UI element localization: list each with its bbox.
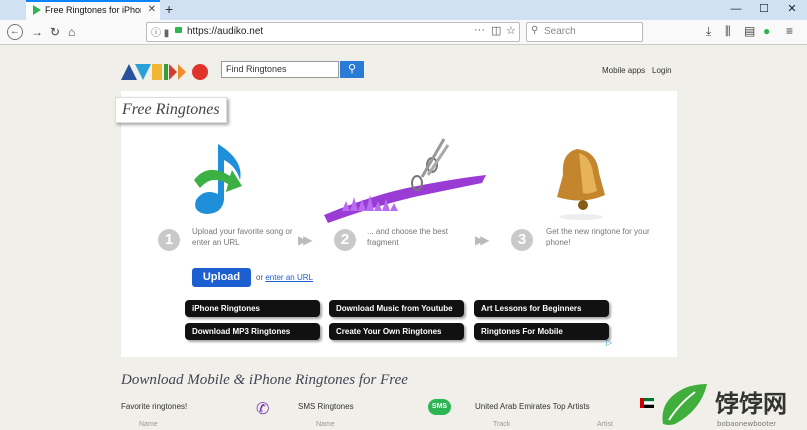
step-arrow: ▶▶ xyxy=(298,233,313,247)
ringtone-search-input[interactable]: Find Ringtones xyxy=(221,61,339,78)
step-3-text: Get the new ringtone for your phone! xyxy=(546,227,650,247)
web-page: Find Ringtones ⚲ Mobile apps Login Free … xyxy=(0,45,807,430)
waveform-scissors-icon xyxy=(324,138,486,223)
column-sub-artist: Artist xyxy=(597,421,613,428)
minimize-button[interactable]: — xyxy=(723,0,749,18)
maximize-button[interactable]: ☐ xyxy=(751,0,777,18)
close-window-button[interactable]: ✕ xyxy=(779,0,805,18)
search-button[interactable]: ⚲ xyxy=(340,61,364,78)
column-sub-name: Name xyxy=(139,421,158,428)
pill-link[interactable]: Art Lessons for Beginners xyxy=(474,300,609,317)
upload-button[interactable]: Upload xyxy=(192,268,251,287)
column-sub-name: Name xyxy=(316,421,335,428)
reload-icon[interactable]: ↻ xyxy=(50,24,60,40)
forward-icon[interactable]: → xyxy=(31,24,43,40)
favorite-ringtones-heading: Favorite ringtones! xyxy=(121,402,188,411)
page-actions-icon[interactable]: ··· xyxy=(474,24,485,36)
menu-icon[interactable]: ≡ xyxy=(786,24,793,38)
phone-icon: ✆ xyxy=(256,401,270,418)
step-1-text: Upload your favorite song or enter an UR… xyxy=(192,227,293,247)
step-2-text: ... and choose the best fragment xyxy=(367,227,448,247)
sms-ringtones-heading: SMS Ringtones xyxy=(298,402,354,411)
url-bar[interactable]: ⓘ ▮ https://audiko.net ··· ◫ ☆ xyxy=(146,22,520,42)
active-tab[interactable]: Free Ringtones for iPhone and ✕ xyxy=(26,0,160,20)
back-icon[interactable]: ← xyxy=(7,24,23,40)
column-sub-track: Track xyxy=(493,421,511,428)
adchoices-icon[interactable]: ▷ xyxy=(606,338,612,347)
watermark-text: 饽饽网 xyxy=(715,390,787,418)
downloads-icon[interactable]: ⤓ xyxy=(706,24,711,39)
tab-title: Free Ringtones for iPhone and xyxy=(45,5,141,15)
search-icon: ⚲ xyxy=(531,25,539,36)
pill-link[interactable]: Download Music from Youtube xyxy=(329,300,464,317)
sidebar-icon[interactable]: ▤ xyxy=(744,24,755,38)
mobile-apps-link[interactable]: Mobile apps xyxy=(602,66,645,75)
pill-link[interactable]: Create Your Own Ringtones xyxy=(329,323,464,340)
sms-icon: SMS xyxy=(428,399,451,415)
bookmark-star-icon[interactable]: ☆ xyxy=(506,24,516,37)
music-note-icon xyxy=(194,144,242,214)
browser-search-placeholder: Search xyxy=(544,26,576,37)
pill-link[interactable]: Ringtones For Mobile xyxy=(474,323,609,340)
pill-link[interactable]: Download MP3 Ringtones xyxy=(185,323,320,340)
step-arrow: ▶▶ xyxy=(475,233,490,247)
step-3-number: 3 xyxy=(511,229,533,251)
nav-bar: ← → ↻ ⌂ ⓘ ▮ https://audiko.net ··· ◫ ☆ ⚲… xyxy=(0,20,807,45)
tab-bar: Free Ringtones for iPhone and ✕ + — ☐ ✕ xyxy=(0,0,807,20)
lock-icon xyxy=(175,27,182,33)
library-icon[interactable]: ⫼ xyxy=(725,24,731,39)
step-1-number: 1 xyxy=(158,229,180,251)
extension-icon[interactable]: ● xyxy=(763,24,770,38)
bell-icon xyxy=(557,149,605,220)
new-tab-button[interactable]: + xyxy=(165,1,173,17)
enter-url-link[interactable]: enter an URL xyxy=(265,273,313,282)
audiko-logo[interactable] xyxy=(121,60,211,82)
browser-search-box[interactable]: ⚲ Search xyxy=(526,22,643,42)
close-tab-icon[interactable]: ✕ xyxy=(148,4,156,15)
play-icon xyxy=(33,5,41,15)
top-artists-heading: United Arab Emirates Top Artists xyxy=(475,402,590,411)
watermark-logo: 饽饽网 bobaonewbooter xyxy=(662,384,787,428)
pocket-icon[interactable]: ◫ xyxy=(491,24,501,37)
info-icon[interactable]: ⓘ ▮ xyxy=(151,24,169,39)
enter-url-text: or enter an URL xyxy=(256,273,313,282)
login-link[interactable]: Login xyxy=(652,66,672,75)
url-text[interactable]: https://audiko.net xyxy=(187,26,263,37)
step-2-number: 2 xyxy=(334,229,356,251)
home-icon[interactable]: ⌂ xyxy=(68,24,75,40)
section-title: Download Mobile & iPhone Ringtones for F… xyxy=(121,372,408,388)
pill-link[interactable]: iPhone Ringtones xyxy=(185,300,320,317)
uae-flag-icon xyxy=(640,398,654,408)
free-ringtones-badge: Free Ringtones xyxy=(115,97,227,123)
watermark-subtext: bobaonewbooter xyxy=(717,420,776,428)
